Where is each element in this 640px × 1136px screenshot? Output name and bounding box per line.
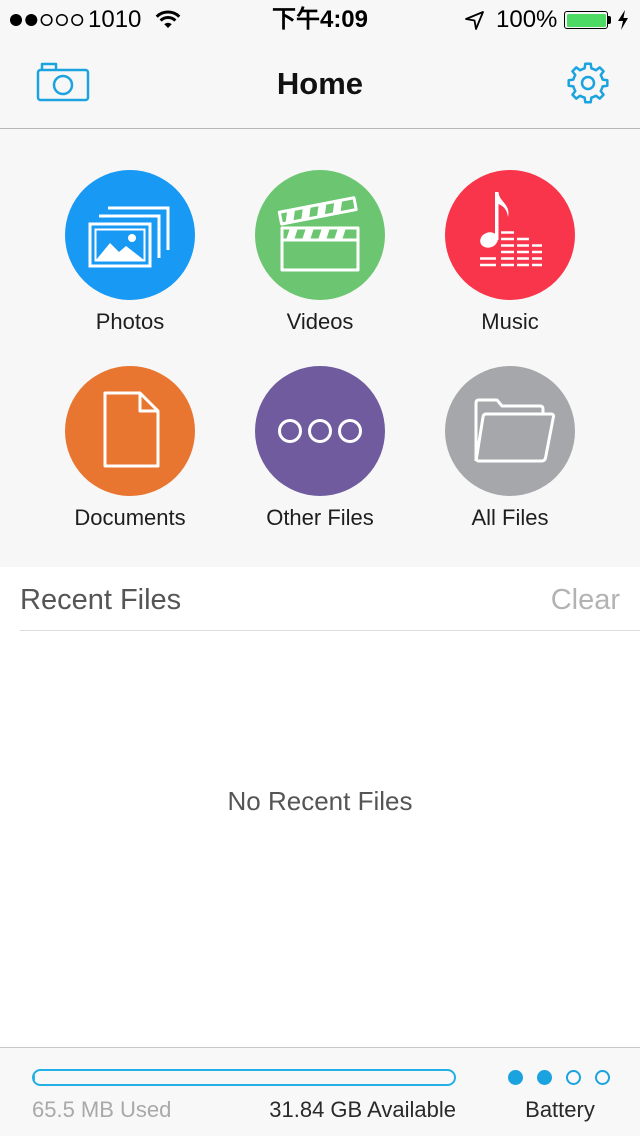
status-bar: 1010 下午4:09 100% bbox=[0, 0, 640, 40]
storage-used-label: 65.5 MB Used bbox=[32, 1097, 172, 1122]
category-label: Music bbox=[481, 309, 539, 334]
storage-progress-fill bbox=[34, 1071, 35, 1084]
empty-state-text: No Recent Files bbox=[227, 786, 413, 816]
category-grid: Photos Videos Music Documents Other File… bbox=[0, 129, 640, 567]
category-music[interactable]: Music bbox=[415, 170, 605, 340]
battery-nub bbox=[608, 16, 611, 24]
storage-available-label: 31.84 GB Available bbox=[269, 1097, 456, 1122]
charging-bolt-icon bbox=[618, 10, 628, 30]
photos-icon bbox=[88, 206, 170, 268]
category-circle bbox=[255, 366, 385, 496]
category-all-files[interactable]: All Files bbox=[415, 366, 605, 536]
page-dot bbox=[508, 1070, 523, 1085]
category-label: Other Files bbox=[266, 505, 374, 530]
category-photos[interactable]: Photos bbox=[35, 170, 225, 340]
nav-bar: Home bbox=[0, 40, 640, 129]
music-note-icon bbox=[480, 192, 542, 267]
ellipsis-icon bbox=[278, 419, 362, 443]
page-indicator-label: Battery bbox=[525, 1097, 595, 1122]
category-circle bbox=[255, 170, 385, 300]
clear-button[interactable]: Clear bbox=[551, 580, 620, 620]
storage-bar: 65.5 MB Used 31.84 GB Available Battery bbox=[0, 1047, 640, 1136]
folder-icon bbox=[474, 398, 555, 463]
page-dot bbox=[566, 1070, 581, 1085]
category-documents[interactable]: Documents bbox=[35, 366, 225, 536]
settings-button[interactable] bbox=[560, 54, 616, 110]
storage-progress-bar bbox=[32, 1069, 456, 1086]
category-label: All Files bbox=[471, 505, 549, 530]
divider bbox=[20, 630, 640, 631]
location-arrow-icon bbox=[465, 11, 484, 30]
category-other-files[interactable]: Other Files bbox=[225, 366, 415, 536]
page-indicator[interactable]: Battery bbox=[500, 1062, 620, 1128]
gear-icon bbox=[567, 62, 609, 104]
battery-icon bbox=[564, 11, 608, 29]
battery-percent-label: 100% bbox=[496, 6, 558, 33]
category-label: Documents bbox=[74, 505, 186, 530]
page-dot bbox=[595, 1070, 610, 1085]
category-circle bbox=[65, 170, 195, 300]
category-label: Photos bbox=[95, 309, 165, 334]
document-icon bbox=[103, 391, 160, 468]
category-label: Videos bbox=[286, 309, 354, 334]
recent-files-title: Recent Files bbox=[20, 584, 182, 616]
page-dots bbox=[508, 1070, 624, 1085]
battery-level-fill bbox=[566, 13, 606, 27]
page-dot bbox=[537, 1070, 552, 1085]
category-videos[interactable]: Videos bbox=[225, 170, 415, 340]
category-circle bbox=[65, 366, 195, 496]
clapperboard-icon bbox=[277, 196, 360, 272]
page-title: Home bbox=[276, 66, 364, 101]
category-circle bbox=[445, 366, 575, 496]
category-circle bbox=[445, 170, 575, 300]
